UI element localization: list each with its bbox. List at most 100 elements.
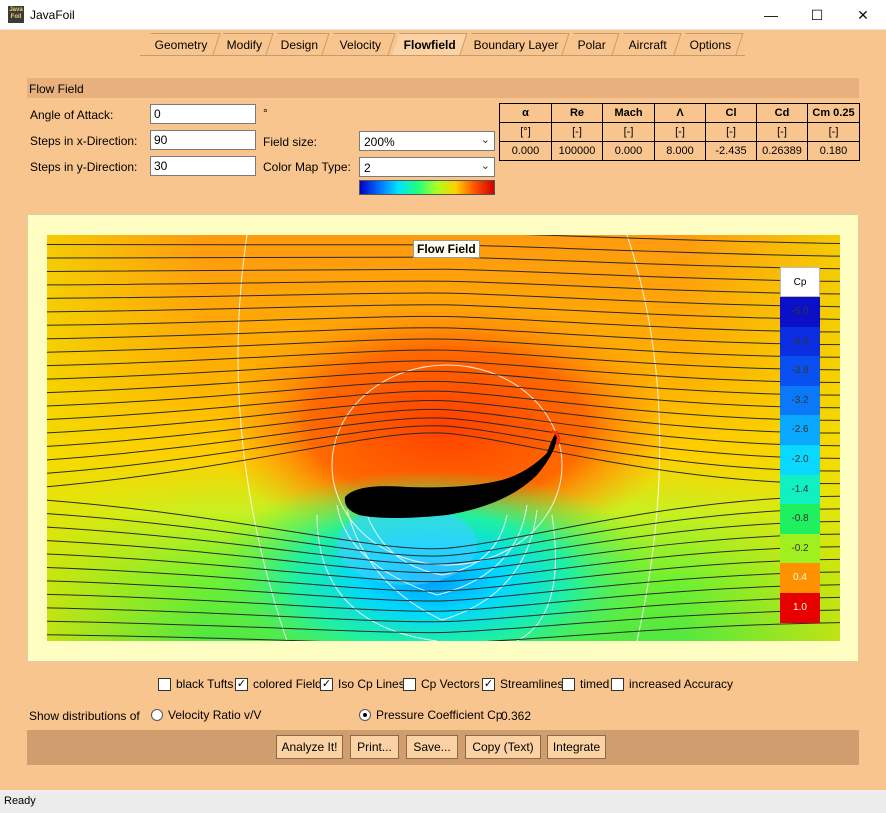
distribution-label: Show distributions of (29, 709, 140, 723)
table-header: Mach (602, 103, 655, 123)
table-cell: 0.26389 (756, 141, 808, 161)
field-size-select[interactable]: 200% ⌄ (359, 131, 495, 151)
chevron-down-icon: ⌄ (480, 160, 490, 172)
table-cell: 0.180 (807, 141, 860, 161)
option-black-tufts[interactable]: black Tufts (158, 677, 233, 691)
table-cell: [-] (551, 122, 603, 142)
checkbox-icon[interactable] (562, 677, 575, 691)
save-button[interactable]: Save... (406, 735, 458, 759)
steps-y-label: Steps in y-Direction: (30, 160, 138, 174)
tab-polar[interactable]: Polar (566, 33, 620, 55)
distribution-value: 0.362 (501, 709, 532, 723)
table-cell: [-] (756, 122, 808, 142)
color-map-value: 2 (364, 161, 371, 175)
table-cell: 0.000 (499, 141, 552, 161)
tab-underline (140, 55, 745, 56)
cp-legend-cell: -5.0 (780, 297, 820, 327)
radio-velocity-ratio[interactable]: Velocity Ratio v/V (151, 708, 261, 722)
option-timed[interactable]: timed (562, 677, 609, 691)
table-header: Cl (705, 103, 757, 123)
cp-legend-cell: -0.2 (780, 533, 820, 564)
color-map-select[interactable]: 2 ⌄ (359, 157, 495, 177)
chevron-down-icon: ⌄ (480, 134, 490, 146)
color-map-label: Color Map Type: (263, 160, 351, 174)
checkbox-checked-icon[interactable]: ✓ (320, 677, 333, 691)
close-button[interactable]: ✕ (840, 0, 886, 30)
minimize-button[interactable]: — (748, 0, 794, 30)
option-cp-vectors[interactable]: Cp Vectors (403, 677, 480, 691)
results-table: α Re Mach Λ Cl Cd Cm 0.25 [°] [-] [-] [-… (499, 103, 860, 161)
title-bar: Java Foil JavaFoil — ☐ ✕ (0, 0, 886, 30)
cp-legend-cell: -0.8 (780, 504, 820, 534)
table-header: Λ (654, 103, 706, 123)
checkbox-checked-icon[interactable]: ✓ (235, 677, 248, 691)
cp-legend-cell: -2.0 (780, 444, 820, 475)
tab-options[interactable]: Options (678, 33, 744, 55)
client-area: Geometry Modify Design Velocity Flowfiel… (0, 30, 886, 790)
table-cell: -2.435 (705, 141, 757, 161)
checkbox-icon[interactable] (611, 677, 624, 691)
table-header: Cm 0.25 (807, 103, 860, 123)
status-bar: Ready (0, 790, 886, 813)
steps-y-input[interactable]: 30 (150, 156, 256, 176)
angle-unit-label: ° (263, 106, 268, 120)
checkbox-checked-icon[interactable]: ✓ (482, 677, 495, 691)
tab-velocity[interactable]: Velocity (326, 33, 396, 55)
table-header: α (499, 103, 552, 123)
angle-of-attack-label: Angle of Attack: (30, 108, 114, 122)
table-cell: [°] (499, 122, 552, 142)
table-values-row: 0.000 100000 0.000 8.000 -2.435 0.26389 … (499, 141, 860, 161)
option-colored-field[interactable]: ✓ colored Field (235, 677, 322, 691)
cp-legend-scale: -5.0 -4.4 -3.8 -3.2 -2.6 -2.0 -1.4 -0.8 -0.2 0.4 1… (780, 297, 820, 623)
angle-of-attack-input[interactable]: 0 (150, 104, 256, 124)
cp-legend-cell: -3.2 (780, 385, 820, 416)
tab-geometry[interactable]: Geometry (143, 33, 221, 55)
tab-flowfield[interactable]: Flowfield (392, 33, 468, 55)
checkbox-icon[interactable] (158, 677, 171, 691)
section-header: Flow Field (27, 78, 859, 98)
flowfield-title: Flow Field (413, 240, 480, 258)
table-units-row: [°] [-] [-] [-] [-] [-] [-] (499, 122, 860, 142)
cp-legend-title: Cp (780, 267, 820, 297)
checkbox-icon[interactable] (403, 677, 416, 691)
table-cell: 0.000 (602, 141, 655, 161)
radio-pressure-coefficient[interactable]: Pressure Coefficient Cp (359, 708, 503, 722)
cp-legend-cell: -4.4 (780, 326, 820, 357)
option-iso-cp-lines[interactable]: ✓ Iso Cp Lines (320, 677, 405, 691)
print-button[interactable]: Print... (350, 735, 399, 759)
option-streamlines[interactable]: ✓ Streamlines (482, 677, 563, 691)
table-cell: 8.000 (654, 141, 706, 161)
tab-boundary-layer[interactable]: Boundary Layer (464, 33, 570, 55)
table-cell: [-] (602, 122, 655, 142)
cp-legend-cell: -1.4 (780, 474, 820, 505)
cp-legend-cell: -2.6 (780, 415, 820, 445)
radio-selected-icon[interactable] (359, 709, 371, 721)
table-cell: [-] (654, 122, 706, 142)
copy-text-button[interactable]: Copy (Text) (465, 735, 541, 759)
field-size-value: 200% (364, 135, 395, 149)
field-size-label: Field size: (263, 135, 318, 149)
table-cell: 100000 (551, 141, 603, 161)
steps-x-label: Steps in x-Direction: (30, 134, 138, 148)
analyze-button[interactable]: Analyze It! (276, 735, 343, 759)
integrate-button[interactable]: Integrate (547, 735, 606, 759)
radio-icon[interactable] (151, 709, 163, 721)
tab-modify[interactable]: Modify (216, 33, 274, 55)
steps-x-input[interactable]: 90 (150, 130, 256, 150)
option-increased-accuracy[interactable]: increased Accuracy (611, 677, 733, 691)
tab-design[interactable]: Design (270, 33, 330, 55)
cp-legend: Cp -5.0 -4.4 -3.8 -3.2 -2.6 -2.0 -1.4 -0.8 -0.2 0… (780, 267, 820, 623)
table-header-row: α Re Mach Λ Cl Cd Cm 0.25 (499, 103, 860, 123)
table-header: Re (551, 103, 603, 123)
maximize-button[interactable]: ☐ (794, 0, 840, 30)
table-cell: [-] (705, 122, 757, 142)
cp-legend-cell: -3.8 (780, 356, 820, 386)
cp-legend-cell: 1.0 (780, 592, 820, 623)
table-header: Cd (756, 103, 808, 123)
flowfield-plot[interactable] (47, 235, 840, 641)
cp-legend-cell: 0.4 (780, 563, 820, 593)
javafoil-app-icon: Java Foil (8, 6, 24, 23)
color-map-preview (359, 180, 495, 195)
tab-aircraft[interactable]: Aircraft (616, 33, 682, 55)
window-title: JavaFoil (30, 8, 75, 22)
